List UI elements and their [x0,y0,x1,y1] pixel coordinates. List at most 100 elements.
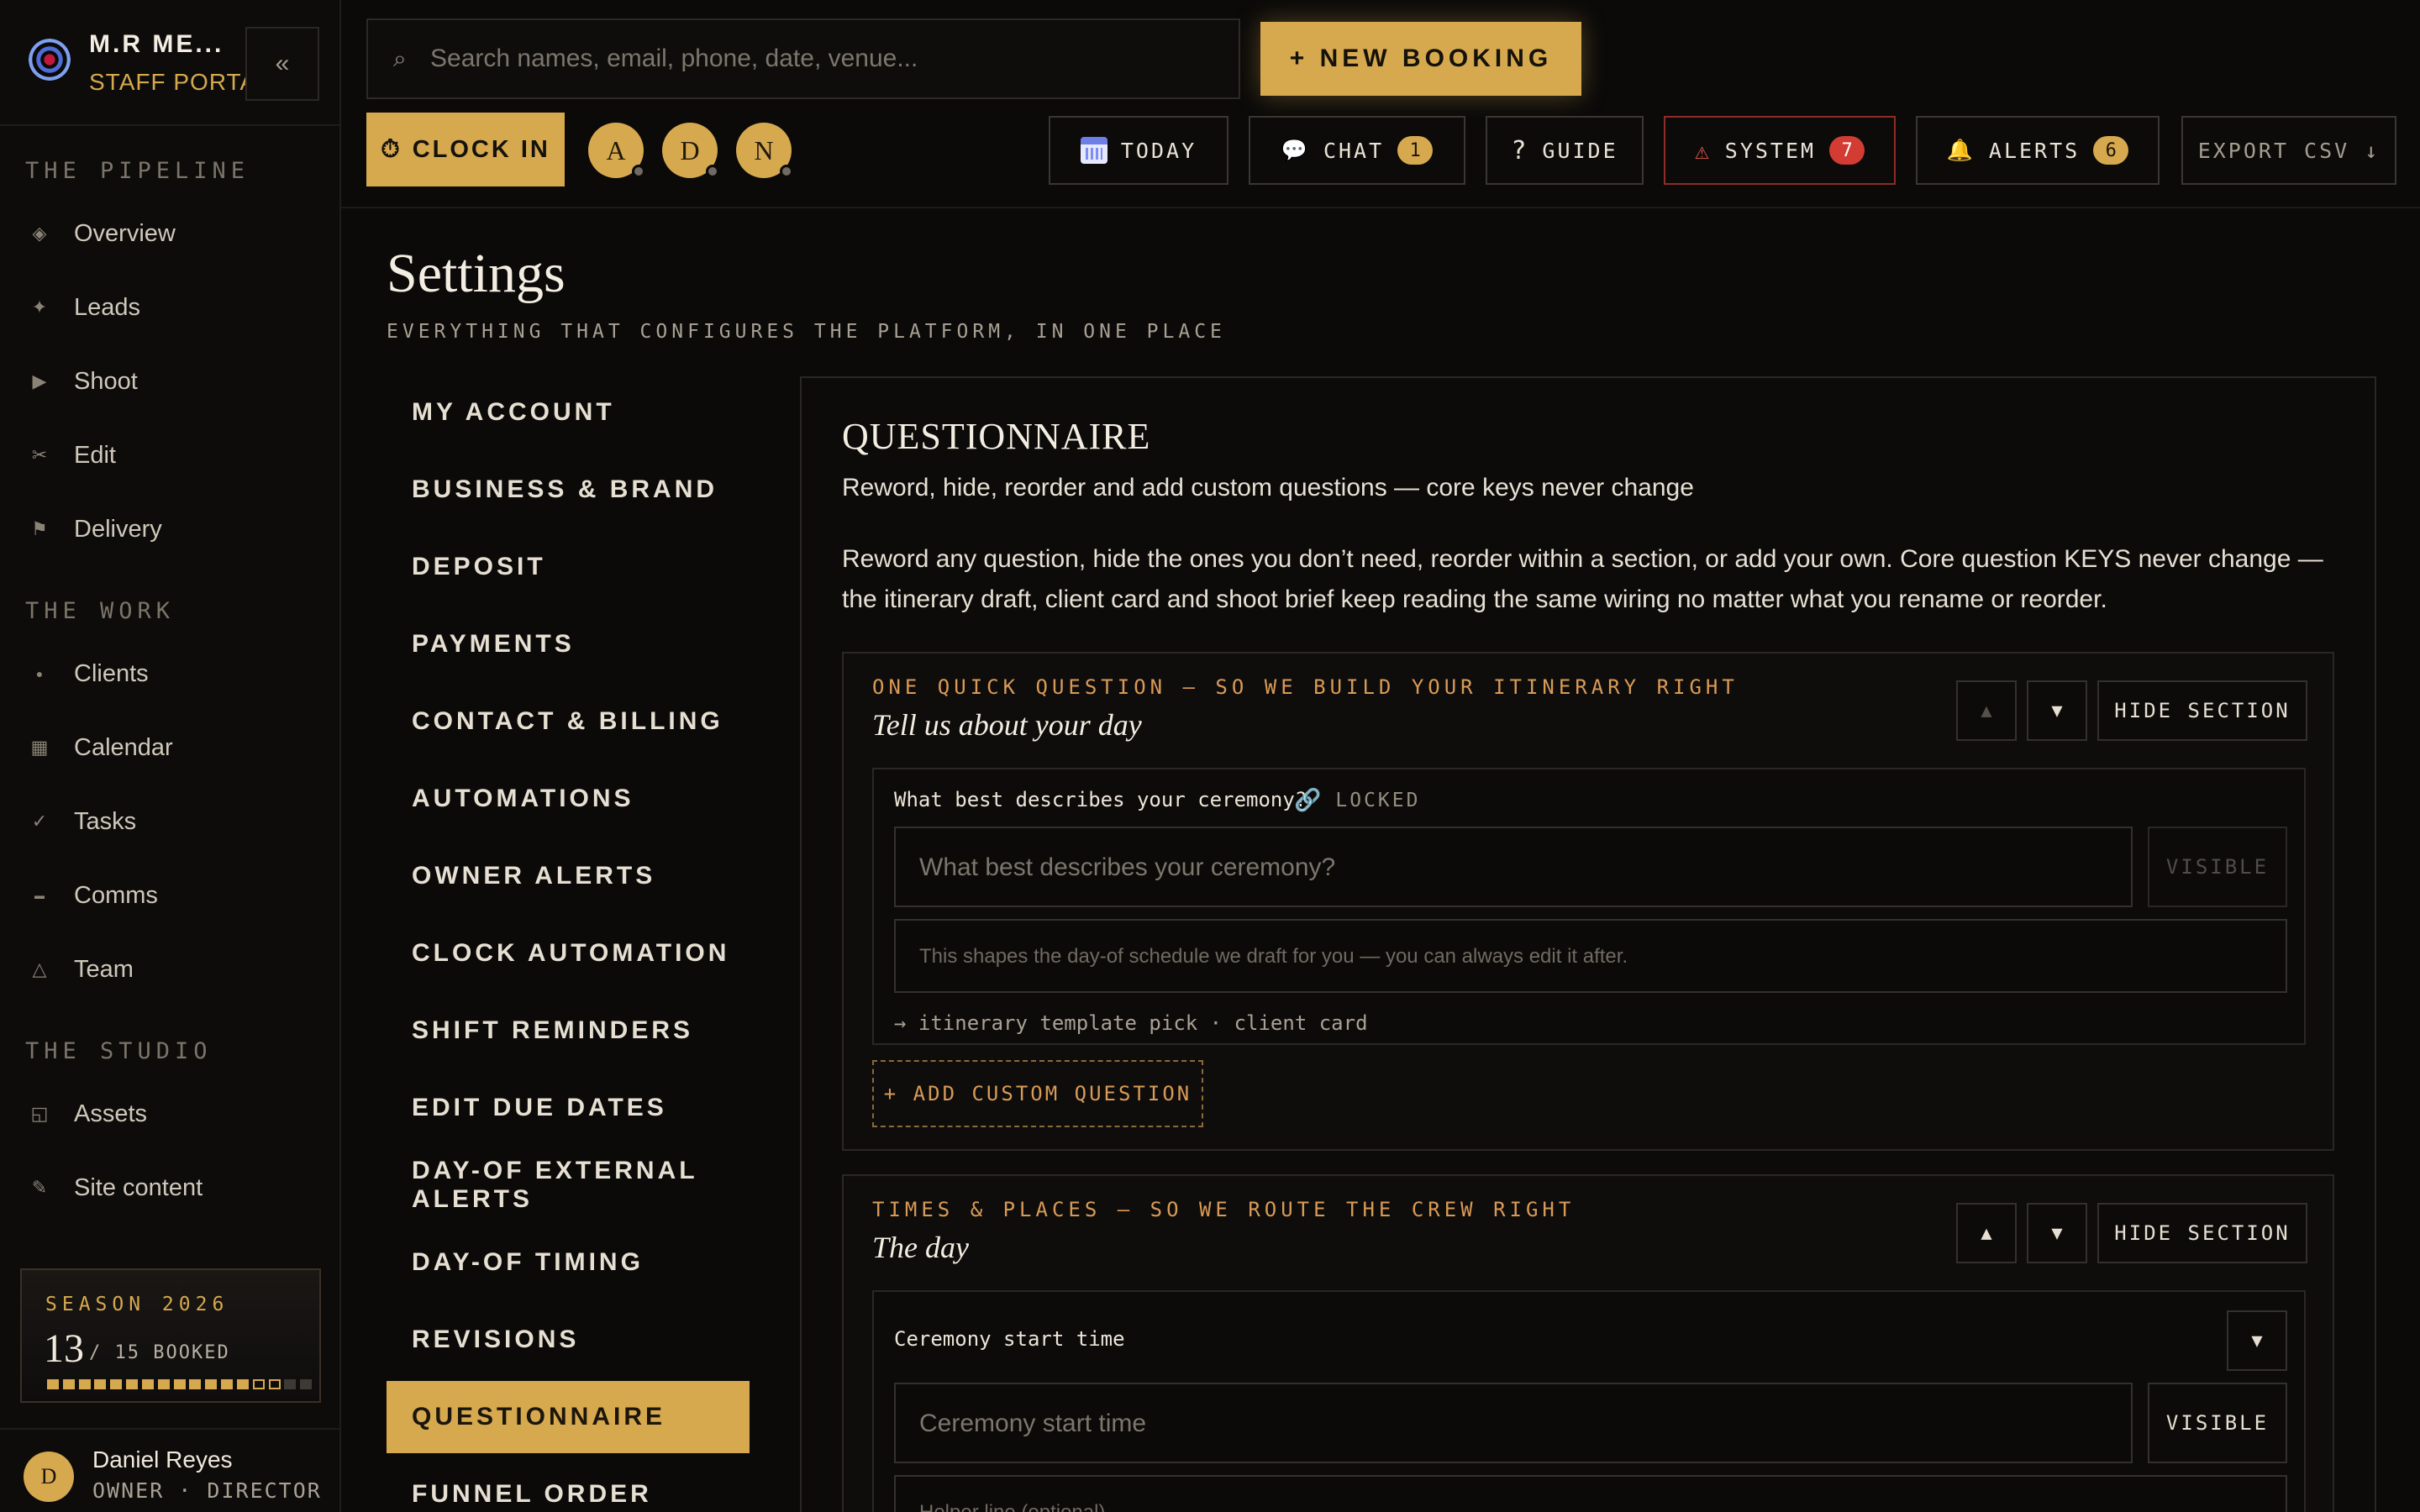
move-down-button[interactable]: ▼ [2027,1203,2087,1263]
locked-label: LOCKED [1335,790,1421,811]
brand-logo-icon [29,39,71,81]
helper-line-input[interactable] [919,1488,2269,1512]
chat-label: CHAT [1323,138,1385,163]
staff-avatar-n[interactable]: N [736,123,793,178]
season-progress-segment [205,1379,218,1389]
chat-button[interactable]: 💬 CHAT 1 [1249,116,1465,185]
season-total-label: / 15 BOOKED [89,1342,230,1363]
sidebar-item-edit[interactable]: ✂ Edit [0,428,339,482]
settings-nav-owner-alerts[interactable]: OWNER ALERTS [387,840,750,912]
new-booking-button[interactable]: + NEW BOOKING [1260,22,1581,96]
season-progress-segment [284,1379,297,1389]
settings-nav-questionnaire[interactable]: QUESTIONNAIRE [387,1381,750,1453]
move-up-button[interactable]: ▲ [1956,680,2017,741]
settings-nav-contact-billing[interactable]: CONTACT & BILLING [387,685,750,758]
today-button[interactable]: TODAY [1049,116,1228,185]
season-progress-segment [221,1379,234,1389]
sidebar: M.R ME... STAFF PORTAL « THE PIPELINE ◈ … [0,0,341,1512]
sidebar-item-clients[interactable]: ● Clients [0,647,339,701]
question-label-input[interactable] [919,1399,2114,1448]
question-label-input[interactable] [919,843,2114,892]
season-progress-segment [110,1379,123,1389]
sidebar-divider [0,124,341,126]
season-progress-segment [47,1379,59,1389]
question-card: What best describes your ceremony? 🔗 LOC… [872,768,2306,1045]
settings-nav-business-brand[interactable]: BUSINESS & BRAND [387,454,750,526]
alerts-button[interactable]: 🔔 ALERTS 6 [1916,116,2160,185]
move-up-button[interactable]: ▲ [1956,1203,2017,1263]
user-profile[interactable]: D Daniel Reyes OWNER · DIRECTOR [0,1428,339,1512]
season-label: SEASON 2026 [45,1294,229,1315]
settings-nav-clock-automation[interactable]: CLOCK AUTOMATION [387,917,750,990]
staff-avatar-a[interactable]: A [588,123,645,178]
sidebar-item-delivery[interactable]: ⚑ Delivery [0,502,339,556]
settings-nav-edit-due-dates[interactable]: EDIT DUE DATES [387,1072,750,1144]
chevron-down-icon[interactable]: ▼ [2227,1310,2287,1371]
move-down-button[interactable]: ▼ [2027,680,2087,741]
collapse-sidebar-button[interactable]: « [245,27,319,101]
sidebar-item-shoot[interactable]: ▶ Shoot [0,354,339,408]
visible-toggle-button[interactable]: VISIBLE [2148,827,2287,907]
sidebar-item-overview[interactable]: ◈ Overview [0,207,339,260]
helper-line-input[interactable] [919,932,2269,981]
sidebar-item-label: Overview [74,219,176,247]
sidebar-item-label: Team [74,955,134,983]
settings-nav-my-account[interactable]: MY ACCOUNT [387,376,750,449]
settings-nav-day-of-external-alerts[interactable]: DAY-OF EXTERNAL ALERTS [387,1149,750,1221]
helper-line-field[interactable] [894,1475,2287,1512]
settings-nav-deposit[interactable]: DEPOSIT [387,531,750,603]
settings-nav-automations[interactable]: AUTOMATIONS [387,763,750,835]
search-input[interactable] [430,34,1220,84]
settings-nav-day-of-timing[interactable]: DAY-OF TIMING [387,1226,750,1299]
guide-label: GUIDE [1542,138,1618,163]
assets-icon: ◱ [30,1103,49,1124]
calendar-grid-icon: ▦ [30,737,49,758]
sidebar-item-assets[interactable]: ◱ Assets [0,1087,339,1141]
sidebar-item-site-content[interactable]: ✎ Site content [0,1161,339,1215]
avatar: D [24,1452,74,1502]
sidebar-item-team[interactable]: △ Team [0,942,339,996]
settings-nav-funnel-order[interactable]: FUNNEL ORDER [387,1458,750,1512]
settings-nav-revisions[interactable]: REVISIONS [387,1304,750,1376]
sidebar-item-label: Comms [74,881,158,909]
clock-in-label: CLOCK IN [412,135,550,163]
sidebar-item-calendar[interactable]: ▦ Calendar [0,721,339,774]
hide-section-button[interactable]: HIDE SECTION [2097,680,2307,741]
search-bar[interactable]: ⌕ [366,18,1240,99]
season-progress-segment [189,1379,202,1389]
staff-avatar-d[interactable]: D [662,123,719,178]
alerts-label: ALERTS [1988,138,2081,163]
dot-icon: ● [35,667,44,680]
settings-nav-shift-reminders[interactable]: SHIFT REMINDERS [387,995,750,1067]
settings-nav-payments[interactable]: PAYMENTS [387,608,750,680]
sidebar-item-tasks[interactable]: ✓ Tasks [0,795,339,848]
hide-section-button[interactable]: HIDE SECTION [2097,1203,2307,1263]
question-label-field[interactable] [894,1383,2133,1463]
chat-bubble-icon: 💬 [1281,138,1310,162]
system-button[interactable]: ⚠ SYSTEM 7 [1664,116,1896,185]
question-label-field[interactable] [894,827,2133,907]
play-icon: ▶ [32,370,47,391]
helper-line-field[interactable] [894,919,2287,993]
section-kicker: ONE QUICK QUESTION — SO WE BUILD YOUR IT… [872,675,1739,699]
question-key: What best describes your ceremony? [894,788,1307,811]
visible-toggle-button[interactable]: VISIBLE [2148,1383,2287,1463]
season-progress-segment [252,1379,265,1389]
season-progress-segment [300,1379,313,1389]
sidebar-item-leads[interactable]: ✦ Leads [0,281,339,334]
season-progress-bar [47,1379,316,1389]
section-name: Tell us about your day [872,708,1142,742]
add-custom-question-button[interactable]: + ADD CUSTOM QUESTION [872,1060,1203,1127]
guide-button[interactable]: ? GUIDE [1486,116,1644,185]
brand-name: M.R ME... [89,30,224,58]
export-csv-button[interactable]: EXPORT CSV ↓ [2181,116,2396,185]
alerts-count-badge: 6 [2093,136,2129,165]
staff-initial: D [680,134,700,165]
clock-in-button[interactable]: ⏱ CLOCK IN [366,113,565,186]
search-icon: ⌕ [393,45,407,71]
sidebar-item-label: Edit [74,441,116,469]
leads-icon: ✦ [31,297,48,318]
sidebar-item-comms[interactable]: ▬ Comms [0,869,339,922]
questionnaire-description: Reword any question, hide the ones you d… [842,545,2323,613]
help-icon: ? [1511,135,1529,165]
